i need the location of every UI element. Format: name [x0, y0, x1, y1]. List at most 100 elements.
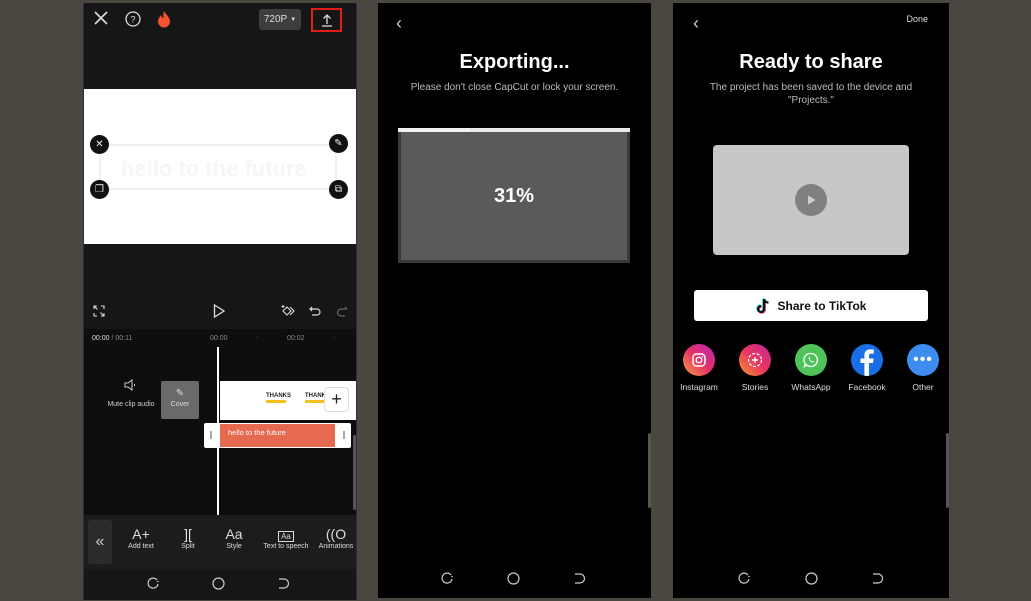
progress-preview: 31%: [401, 132, 627, 260]
style-icon: Aa: [225, 526, 243, 542]
rotate-scale-handle-icon[interactable]: ⧉: [329, 180, 348, 199]
stories-icon: [739, 344, 771, 376]
playhead[interactable]: [217, 347, 219, 515]
exporting-title: Exporting...: [459, 51, 570, 73]
text-selection-box[interactable]: hello to the future: [99, 144, 337, 190]
upload-icon: [321, 14, 332, 27]
back-nav-icon[interactable]: [573, 572, 586, 585]
android-nav-bar: [378, 563, 651, 595]
export-progress: 31%: [398, 128, 630, 263]
edge-panel-handle[interactable]: [946, 433, 949, 508]
help-icon[interactable]: ?: [124, 10, 141, 27]
flame-icon[interactable]: [156, 9, 172, 28]
add-clip-button[interactable]: +: [324, 387, 349, 412]
facebook-icon: [851, 344, 883, 376]
keyframe-icon[interactable]: [280, 303, 296, 319]
edge-panel-handle[interactable]: [353, 435, 356, 510]
preview-text: hello to the future: [121, 156, 307, 181]
trim-handle-left[interactable]: [210, 431, 212, 439]
share-facebook[interactable]: Facebook: [842, 344, 892, 392]
caret-down-icon: ▼: [290, 16, 297, 23]
fullscreen-icon[interactable]: [92, 304, 106, 318]
cover-button[interactable]: ✎ Cover: [161, 381, 199, 419]
ruler-mark: 00:00: [210, 335, 228, 342]
undo-icon[interactable]: [308, 303, 322, 319]
delete-handle-icon[interactable]: ✕: [90, 135, 109, 154]
speaker-icon: [106, 379, 156, 395]
duplicate-handle-icon[interactable]: ❐: [90, 180, 109, 199]
whatsapp-icon: [795, 344, 827, 376]
total-time: / 00:11: [111, 335, 133, 342]
share-other[interactable]: ••• Other: [898, 344, 948, 392]
android-nav-bar: [673, 563, 949, 595]
redo-icon[interactable]: [335, 303, 349, 319]
current-time: 00:00: [92, 335, 110, 342]
exporting-screen: ‹ Exporting... Please don't close CapCut…: [378, 3, 651, 598]
cover-label: Cover: [170, 401, 190, 408]
close-icon[interactable]: [93, 10, 109, 26]
home-icon[interactable]: [212, 577, 225, 590]
text-clip-label: hello to the future: [220, 424, 335, 447]
share-subtitle: The project has been saved to the device…: [709, 82, 913, 106]
done-button[interactable]: Done: [906, 14, 928, 24]
pencil-icon: ✎: [175, 388, 185, 399]
share-title: Ready to share: [739, 51, 883, 73]
add-text-icon: A+: [132, 526, 150, 542]
export-button[interactable]: [311, 8, 342, 32]
recents-icon[interactable]: [441, 572, 454, 585]
back-nav-icon[interactable]: [277, 577, 290, 590]
video-thumbnail[interactable]: [713, 145, 909, 255]
tiktok-label: Share to TikTok: [777, 298, 867, 313]
share-screen: ‹ Done Ready to share The project has be…: [673, 3, 949, 598]
animations-icon: ((O: [325, 526, 347, 542]
editor-top-bar: ? 720P ▼: [84, 3, 356, 88]
trim-handle-right[interactable]: [343, 431, 345, 439]
text-clip[interactable]: hello to the future: [204, 423, 351, 448]
clip-thumbnail-text: THANKS: [266, 393, 291, 403]
timeline[interactable]: Mute clip audio ✎ Cover THANKS THANKS + …: [84, 347, 356, 515]
home-icon[interactable]: [805, 572, 818, 585]
edge-panel-handle[interactable]: [648, 433, 651, 508]
more-icon: •••: [907, 344, 939, 376]
share-instagram[interactable]: Instagram: [674, 344, 724, 392]
edit-handle-icon[interactable]: ✎: [329, 134, 348, 153]
tool-add-text[interactable]: A+ Add text: [118, 525, 164, 550]
ruler-dot: ·: [256, 334, 259, 341]
split-icon: ][: [184, 526, 192, 542]
tool-style[interactable]: Aa Style: [211, 525, 257, 550]
text-toolbar: « A+ Add text ][Split Aa Style Aa Text to s…: [84, 515, 356, 569]
exporting-subtitle: Please don't close CapCut or lock your s…: [410, 82, 619, 93]
tool-animations[interactable]: ((O Animations: [313, 525, 356, 550]
tool-split[interactable]: ][Split: [165, 525, 211, 550]
video-preview[interactable]: hello to the future ✕ ✎ ❐ ⧉: [84, 89, 356, 244]
share-to-tiktok-button[interactable]: Share to TikTok: [694, 290, 928, 321]
tiktok-icon: [755, 297, 769, 314]
back-icon[interactable]: ‹: [396, 13, 402, 34]
tool-text-to-speech[interactable]: Aa Text to speech: [256, 525, 316, 550]
play-icon[interactable]: [212, 303, 226, 319]
resolution-label: 720P: [263, 14, 288, 25]
editor-screen: ? 720P ▼ hello to the future ✕ ✎ ❐ ⧉ 00:…: [83, 3, 357, 600]
recents-icon[interactable]: [147, 577, 160, 590]
ruler-dot: ·: [333, 334, 336, 341]
ruler-mark: 00:02: [287, 335, 305, 342]
play-button[interactable]: [795, 184, 827, 216]
resolution-dropdown[interactable]: 720P ▼: [259, 9, 301, 30]
time-ruler: 00:00 / 00:11 00:00 · 00:02 ·: [84, 329, 356, 349]
collapse-toolbar-button[interactable]: «: [88, 520, 112, 564]
playback-controls: [84, 293, 356, 329]
progress-percent: 31%: [493, 184, 535, 207]
play-icon: [808, 195, 816, 205]
share-whatsapp[interactable]: WhatsApp: [786, 344, 836, 392]
instagram-icon: [683, 344, 715, 376]
svg-text:?: ?: [130, 14, 135, 24]
back-nav-icon[interactable]: [871, 572, 884, 585]
back-icon[interactable]: ‹: [693, 13, 699, 34]
mute-clip-audio-button[interactable]: Mute clip audio: [106, 379, 156, 408]
mute-label: Mute clip audio: [107, 401, 155, 408]
recents-icon[interactable]: [738, 572, 751, 585]
share-stories[interactable]: Stories: [730, 344, 780, 392]
android-nav-bar: [84, 568, 356, 600]
text-to-speech-icon: Aa: [256, 525, 316, 543]
home-icon[interactable]: [507, 572, 520, 585]
